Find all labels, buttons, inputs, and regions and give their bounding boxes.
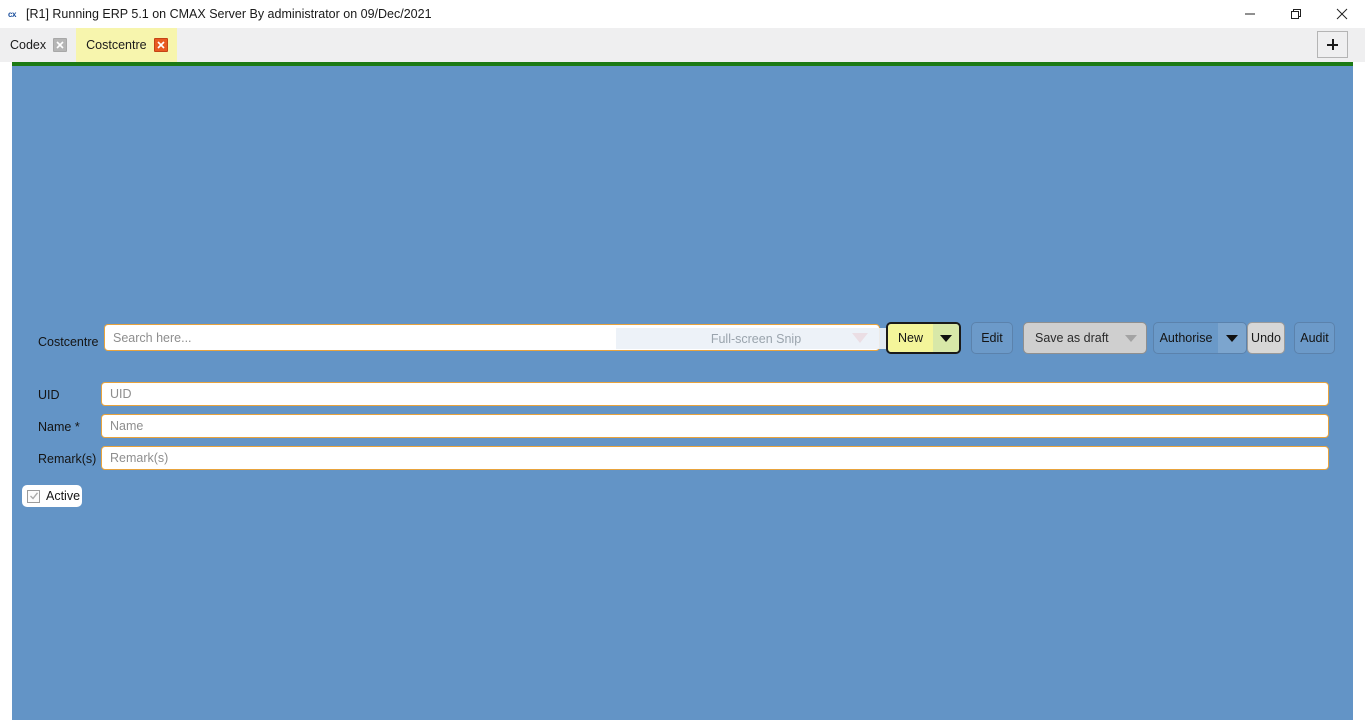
name-label: Name *	[38, 420, 80, 434]
active-checkbox[interactable]	[27, 489, 40, 503]
remarks-input[interactable]: Remark(s)	[102, 451, 168, 465]
remarks-label: Remark(s)	[38, 452, 97, 466]
search-input[interactable]: Search here...	[105, 331, 841, 345]
save-as-draft-dropdown	[1116, 334, 1146, 342]
new-button-dropdown[interactable]	[933, 324, 959, 352]
app-logo-icon: cx	[8, 9, 16, 19]
uid-field[interactable]: UID	[101, 382, 1329, 406]
restore-icon[interactable]	[1273, 0, 1319, 28]
minimize-icon[interactable]	[1227, 0, 1273, 28]
chevron-down-icon[interactable]	[841, 325, 879, 350]
uid-label: UID	[38, 388, 60, 402]
save-as-draft-label: Save as draft	[1035, 331, 1109, 345]
chevron-down-icon	[940, 334, 952, 342]
close-icon[interactable]	[1319, 0, 1365, 28]
tab-codex[interactable]: Codex	[0, 28, 76, 62]
tab-label: Costcentre	[86, 38, 147, 52]
name-input[interactable]: Name	[102, 419, 143, 433]
tab-strip: Codex Costcentre	[0, 28, 1365, 62]
new-tab-button[interactable]	[1317, 31, 1348, 58]
name-field[interactable]: Name	[101, 414, 1329, 438]
tab-list: Codex Costcentre	[0, 28, 177, 62]
authorise-button-dropdown[interactable]	[1218, 323, 1246, 353]
window-title: [R1] Running ERP 5.1 on CMAX Server By a…	[26, 7, 432, 21]
new-button-label[interactable]: New	[888, 324, 933, 352]
undo-button[interactable]: Undo	[1247, 322, 1285, 354]
window-titlebar: cx [R1] Running ERP 5.1 on CMAX Server B…	[0, 0, 1365, 28]
active-checkbox-group[interactable]: Active	[22, 485, 82, 507]
remarks-field[interactable]: Remark(s)	[101, 446, 1329, 470]
new-button[interactable]: New	[886, 322, 961, 354]
close-icon[interactable]	[53, 38, 68, 52]
authorise-button-label[interactable]: Authorise	[1154, 323, 1218, 353]
search-combobox[interactable]: Search here...	[104, 324, 880, 351]
plus-icon	[1327, 39, 1338, 50]
tab-label: Codex	[10, 38, 47, 52]
search-label: Costcentre	[38, 335, 99, 349]
edit-button[interactable]: Edit	[971, 322, 1013, 354]
chevron-down-icon	[1125, 334, 1137, 342]
uid-input[interactable]: UID	[102, 387, 132, 401]
window-controls	[1227, 0, 1365, 28]
tab-costcentre[interactable]: Costcentre	[76, 28, 177, 62]
chevron-down-icon	[1226, 334, 1238, 342]
save-as-draft-button: Save as draft	[1023, 322, 1147, 354]
costcentre-form-pane: Costcentre Search here... Full-screen Sn…	[12, 66, 1353, 720]
audit-button[interactable]: Audit	[1294, 322, 1335, 354]
authorise-button[interactable]: Authorise	[1153, 322, 1247, 354]
close-icon[interactable]	[153, 38, 168, 52]
active-checkbox-label: Active	[46, 489, 81, 503]
